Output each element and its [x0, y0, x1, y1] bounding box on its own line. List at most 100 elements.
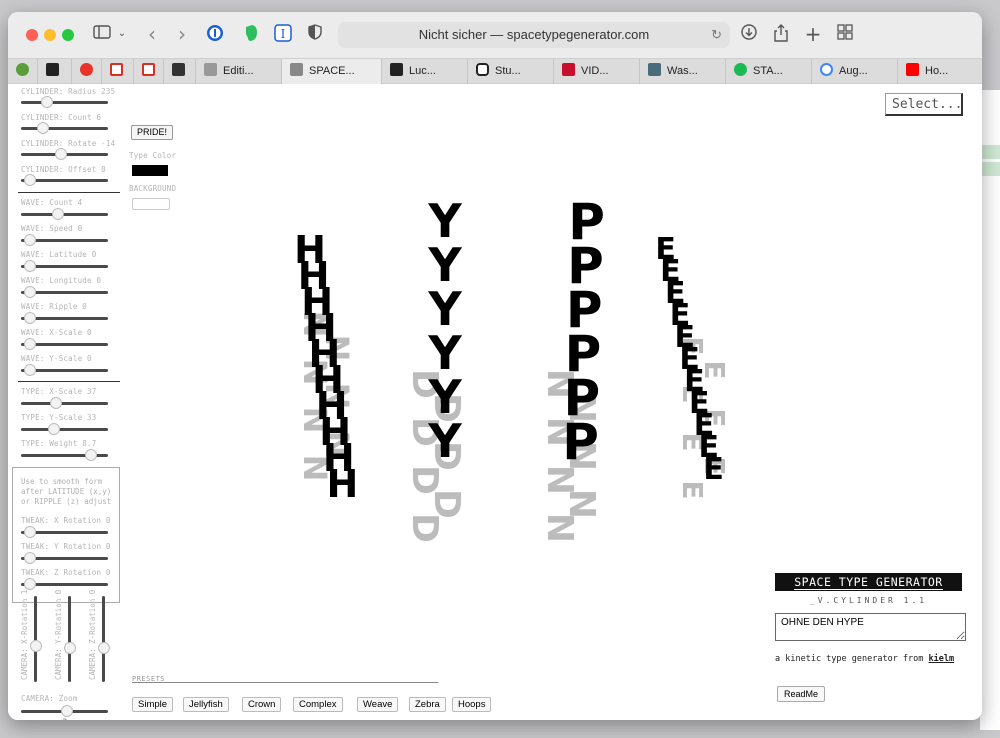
cylinder-radius-slider[interactable]	[21, 101, 108, 104]
svg-text:I: I	[281, 27, 286, 41]
type-xscale-slider[interactable]	[21, 402, 108, 405]
password-manager-icon[interactable]	[206, 24, 224, 44]
front-letter-H: H	[294, 228, 326, 272]
back-letter-D: D	[404, 369, 445, 399]
back-letter-D: D	[404, 417, 445, 447]
camera-y-knob[interactable]	[64, 642, 76, 654]
cylinder-rotate-knob[interactable]	[55, 148, 67, 160]
tab-pinned-2[interactable]	[38, 59, 72, 84]
camera-z-slider[interactable]	[102, 596, 105, 682]
tab-space-type-generator[interactable]: SPACE...	[282, 59, 382, 84]
forward-arrow-icon[interactable]: ›	[174, 24, 190, 44]
type-yscale-label: TYPE: Y-Scale 33	[21, 413, 97, 422]
tab-label: Ho...	[925, 65, 949, 77]
type-yscale-knob[interactable]	[48, 423, 60, 435]
tab-luc[interactable]: Luc...	[382, 59, 468, 84]
shield-icon[interactable]	[306, 24, 324, 44]
download-icon[interactable]	[740, 24, 758, 44]
grid-logo-icon	[390, 63, 403, 76]
preset-simple-button[interactable]: Simple	[132, 697, 174, 712]
background-color-label: BACKGROUND	[129, 184, 177, 193]
cylinder-offset-knob[interactable]	[24, 174, 36, 186]
back-letter-D: D	[404, 513, 445, 543]
camera-zoom-label: CAMERA: Zoom	[21, 694, 78, 703]
tab-google[interactable]: Aug...	[812, 59, 898, 84]
type-yscale-slider[interactable]	[21, 428, 108, 431]
tab-pinned-6[interactable]	[164, 59, 196, 84]
preset-crown-button[interactable]: Crown	[242, 697, 282, 712]
minimize-window-button[interactable]	[44, 29, 56, 41]
tab-instagram[interactable]: Stu...	[468, 59, 554, 84]
cylinder-count-knob[interactable]	[37, 122, 49, 134]
camera-z-knob[interactable]	[98, 642, 110, 654]
tweak-x-label: TWEAK: X Rotation 0	[21, 516, 111, 525]
wave-speed-knob[interactable]	[24, 234, 36, 246]
tab-editing[interactable]: Editi...	[196, 59, 282, 84]
tweak-x-knob[interactable]	[24, 526, 36, 538]
address-bar[interactable]: Nicht sicher — spacetypegenerator.com ↻	[338, 22, 730, 48]
tweak-z-knob[interactable]	[24, 578, 36, 590]
spotify-icon	[734, 63, 747, 76]
sidebar-icon[interactable]	[92, 24, 112, 44]
tab-pinned-3[interactable]	[72, 59, 102, 84]
tab-spotify[interactable]: STA...	[726, 59, 812, 84]
tab-overview-icon[interactable]	[836, 24, 854, 44]
tab-video[interactable]: VID...	[554, 59, 640, 84]
close-window-button[interactable]	[26, 29, 38, 41]
tab-pinned-1[interactable]	[8, 59, 38, 84]
front-letter-H: H	[298, 254, 330, 298]
tab-youtube[interactable]: Ho...	[898, 59, 982, 84]
cylinder-count-slider[interactable]	[21, 127, 108, 130]
back-letter-N: N	[539, 369, 580, 399]
wave-yscale-knob[interactable]	[24, 364, 36, 376]
pride-button[interactable]: PRIDE!	[131, 125, 174, 140]
front-letter-H: H	[301, 280, 333, 324]
font-select-dropdown[interactable]: Select...	[885, 93, 963, 116]
instapaper-icon[interactable]: I	[274, 24, 292, 44]
back-letter-N: N	[296, 407, 334, 434]
type-text-input[interactable]	[775, 613, 966, 641]
tab-was[interactable]: Was...	[640, 59, 726, 84]
camera-y-slider[interactable]	[68, 596, 71, 682]
cylinder-count-label: CYLINDER: Count 6	[21, 113, 102, 122]
type-xscale-knob[interactable]	[50, 397, 62, 409]
type-weight-knob[interactable]	[85, 449, 97, 461]
wave-xscale-knob[interactable]	[24, 338, 36, 350]
wave-count-knob[interactable]	[52, 208, 64, 220]
front-letter-Y: Y	[427, 282, 462, 336]
reload-icon[interactable]: ↻	[711, 22, 722, 48]
preset-complex-button[interactable]: Complex	[293, 697, 343, 712]
tab-label: Luc...	[409, 65, 436, 77]
new-tab-icon[interactable]: +	[804, 24, 822, 44]
camera-x-slider[interactable]	[34, 596, 37, 682]
tab-pinned-4[interactable]	[102, 59, 134, 84]
preset-weave-button[interactable]: Weave	[357, 697, 399, 712]
tab-label: SPACE...	[309, 65, 355, 77]
type-color-swatch[interactable]	[132, 165, 168, 176]
wave-latitude-knob[interactable]	[24, 260, 36, 272]
fullscreen-window-button[interactable]	[62, 29, 74, 41]
wave-longitude-knob[interactable]	[24, 286, 36, 298]
instagram-icon	[476, 63, 489, 76]
preset-hoops-button[interactable]: Hoops	[452, 697, 492, 712]
tab-pinned-5[interactable]	[134, 59, 164, 84]
share-icon[interactable]	[772, 24, 790, 44]
tweak-y-knob[interactable]	[24, 552, 36, 564]
chevron-down-icon[interactable]: ⌄	[116, 24, 128, 44]
back-arrow-icon[interactable]: ‹	[144, 24, 160, 44]
evernote-icon[interactable]	[242, 24, 260, 44]
cylinder-radius-knob[interactable]	[41, 96, 53, 108]
front-letter-Y: Y	[427, 238, 462, 292]
front-letter-E: E	[689, 386, 710, 421]
preset-zebra-button[interactable]: Zebra	[409, 697, 446, 712]
readme-button[interactable]: ReadMe	[777, 686, 826, 702]
front-letter-P: P	[563, 369, 600, 427]
author-link[interactable]: kielm	[929, 654, 955, 664]
camera-x-knob[interactable]	[30, 640, 42, 652]
wave-ripple-knob[interactable]	[24, 312, 36, 324]
camera-zoom-knob[interactable]	[61, 705, 73, 717]
background-color-swatch[interactable]	[132, 198, 170, 210]
preset-jellyfish-button[interactable]: Jellyfish	[183, 697, 229, 712]
wave-count-slider[interactable]	[21, 213, 108, 216]
camera-zoom-value: 3	[62, 718, 68, 720]
